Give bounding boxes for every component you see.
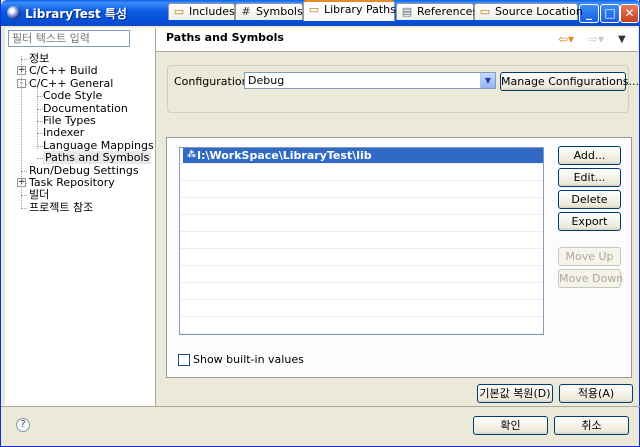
tree-connector (37, 87, 38, 149)
table-row[interactable] (180, 267, 543, 283)
tree-item-label: 빌더 (29, 188, 50, 201)
tree-item[interactable]: C/C++ Build (29, 64, 98, 77)
tree-item[interactable]: 빌더 (29, 188, 49, 201)
table-row[interactable] (180, 233, 543, 249)
table-row[interactable] (180, 216, 543, 232)
page-title: Paths and Symbols (166, 31, 284, 44)
chevron-down-icon[interactable]: ▼ (480, 73, 495, 88)
page-header: Paths and Symbols ⇦▾ ⇨▾ ▼ (156, 28, 638, 52)
tab-references[interactable]: ▤ References (396, 3, 478, 20)
ok-button[interactable]: 확인 (473, 416, 548, 435)
table-row[interactable] (180, 165, 543, 181)
library-path-text: I:\WorkSpace\LibraryTest\lib (197, 149, 372, 162)
delete-button[interactable]: Delete (558, 190, 621, 209)
configuration-select[interactable]: Debug ▼ (244, 72, 496, 89)
tree-item-label: Indexer (43, 126, 85, 139)
tree-item[interactable]: Indexer (43, 126, 84, 139)
help-icon[interactable]: ? (16, 418, 30, 432)
table-row[interactable] (180, 318, 543, 334)
references-icon: ▤ (401, 5, 413, 18)
cancel-button[interactable]: 취소 (554, 416, 629, 435)
add-button[interactable]: Add... (558, 146, 621, 165)
properties-dialog: LibraryTest 특성 _ □ ✕ 정보C/C++ Build+C/C++… (0, 0, 640, 447)
tree-item-label: Code Style (43, 89, 103, 102)
back-arrow-icon[interactable]: ⇦▾ (558, 32, 574, 46)
library-paths-list[interactable]: ⁂ I:\WorkSpace\LibraryTest\lib (179, 147, 544, 335)
manage-configurations-button[interactable]: Manage Configurations... (500, 72, 639, 91)
tab-includes[interactable]: ▭ Includes (168, 3, 235, 20)
table-row[interactable] (180, 284, 543, 300)
library-folder-icon: ▭ (308, 3, 320, 16)
edit-button[interactable]: Edit... (558, 168, 621, 187)
restore-defaults-button[interactable]: 기본값 복원(D) (477, 384, 553, 403)
maximize-button[interactable]: □ (600, 4, 620, 23)
move-up-button[interactable]: Move Up (558, 247, 621, 266)
tree-item[interactable]: 프로젝트 참조 (29, 201, 93, 214)
tree-connector (21, 56, 22, 209)
tab-library-paths[interactable]: ▭ Library Paths (303, 0, 396, 21)
export-button[interactable]: Export (558, 212, 621, 231)
table-row[interactable] (180, 250, 543, 266)
library-icon: ⁂ (187, 150, 197, 160)
tree-connector (37, 158, 43, 159)
apply-button[interactable]: 적용(A) (559, 384, 633, 403)
includes-folder-icon: ▭ (173, 5, 185, 18)
footer-separator (1, 406, 640, 407)
table-row[interactable]: ⁂ I:\WorkSpace\LibraryTest\lib (180, 148, 543, 164)
tree-item[interactable]: Code Style (43, 89, 102, 102)
table-row[interactable] (180, 301, 543, 317)
close-button[interactable]: ✕ (620, 4, 639, 23)
show-builtin-checkbox[interactable] (178, 354, 190, 366)
tree-item-label: C/C++ Build (29, 64, 98, 77)
table-row[interactable] (180, 199, 543, 215)
configuration-value: Debug (248, 74, 285, 87)
tab-source-location[interactable]: ▭ Source Location (474, 3, 583, 20)
tree-item-label: Paths and Symbols (45, 151, 150, 164)
eclipse-icon (7, 6, 21, 20)
forward-arrow-icon[interactable]: ⇨▾ (588, 32, 604, 46)
table-row[interactable] (180, 182, 543, 198)
window-title: LibraryTest 특성 (25, 7, 127, 21)
filter-input[interactable] (8, 30, 130, 47)
tab-symbols[interactable]: # Symbols (235, 3, 303, 20)
tree-item-label: 프로젝트 참조 (29, 201, 94, 214)
hash-icon: # (241, 5, 251, 18)
view-menu-icon[interactable]: ▼ (618, 34, 626, 45)
source-folder-icon: ▭ (479, 5, 491, 18)
configuration-label: Configuration: (174, 75, 253, 88)
tree-item[interactable]: Paths and Symbols (43, 151, 152, 164)
library-path-cell: ⁂ I:\WorkSpace\LibraryTest\lib (183, 148, 543, 163)
category-tree-pane: 정보C/C++ Build+C/C++ General-Code StyleDo… (5, 28, 155, 406)
move-down-button[interactable]: Move Down (558, 269, 623, 288)
show-builtin-label: Show built-in values (193, 353, 304, 366)
